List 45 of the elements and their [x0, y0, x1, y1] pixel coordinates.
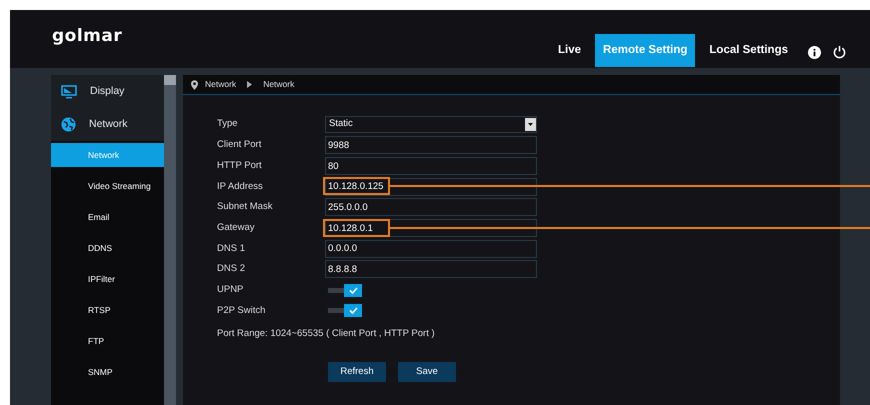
- location-pin-icon: [191, 80, 198, 90]
- toggle-switch[interactable]: [328, 284, 362, 297]
- sidebar-group[interactable]: Display: [51, 75, 164, 108]
- input-field[interactable]: 0.0.0.0: [325, 240, 537, 258]
- logo: golmar: [52, 25, 122, 48]
- field-label: DNS 2: [217, 262, 246, 276]
- sidebar-item[interactable]: Video Streaming: [51, 174, 164, 198]
- nav-tab[interactable]: Local Settings: [701, 34, 796, 67]
- power-icon[interactable]: [833, 45, 846, 59]
- field-label: Type: [217, 116, 239, 131]
- sidebar-item[interactable]: DDNS: [51, 236, 164, 260]
- type-dropdown[interactable]: Static: [325, 116, 537, 132]
- monitor-icon: [61, 84, 77, 98]
- sidebar-item[interactable]: FTP: [51, 329, 164, 353]
- input-field[interactable]: 9988: [325, 136, 537, 154]
- field-label: Client Port: [217, 138, 262, 152]
- field-label: UPNP: [217, 283, 244, 298]
- field-label: DNS 1: [217, 242, 246, 256]
- input-field[interactable]: 255.0.0.0: [325, 198, 537, 216]
- breadcrumb-item[interactable]: Network: [263, 78, 294, 91]
- sidebar-group[interactable]: Network: [51, 108, 164, 141]
- check-icon: [348, 307, 358, 314]
- field-label: IP Address: [217, 180, 264, 194]
- input-field[interactable]: 80: [325, 157, 537, 176]
- info-icon[interactable]: [808, 46, 821, 59]
- nav-tab[interactable]: Live: [550, 34, 590, 67]
- scrollbar[interactable]: [164, 75, 176, 405]
- globe-icon: [61, 117, 76, 132]
- sidebar-item[interactable]: Email: [51, 205, 164, 229]
- caret-icon: [247, 81, 252, 88]
- toggle-switch[interactable]: [328, 304, 362, 318]
- field-label: P2P Switch: [217, 304, 266, 318]
- check-icon: [348, 286, 358, 294]
- field-label: Gateway: [217, 220, 256, 235]
- sidebar-item[interactable]: SNMP: [51, 360, 164, 384]
- breadcrumb-item[interactable]: Network: [205, 78, 236, 91]
- field-label: HTTP Port: [217, 158, 263, 173]
- port-range-note: Port Range: 1024~65535 ( Client Port , HTTP Port ): [217, 327, 436, 342]
- form-button[interactable]: Refresh: [328, 362, 386, 382]
- field-label: Subnet Mask: [217, 200, 274, 214]
- sidebar-item[interactable]: IPFilter: [51, 267, 164, 291]
- form-button[interactable]: Save: [398, 362, 456, 382]
- input-field[interactable]: 8.8.8.8: [325, 260, 537, 278]
- dropdown-caret-icon: [525, 118, 536, 130]
- sidebar-item[interactable]: RTSP: [51, 298, 164, 322]
